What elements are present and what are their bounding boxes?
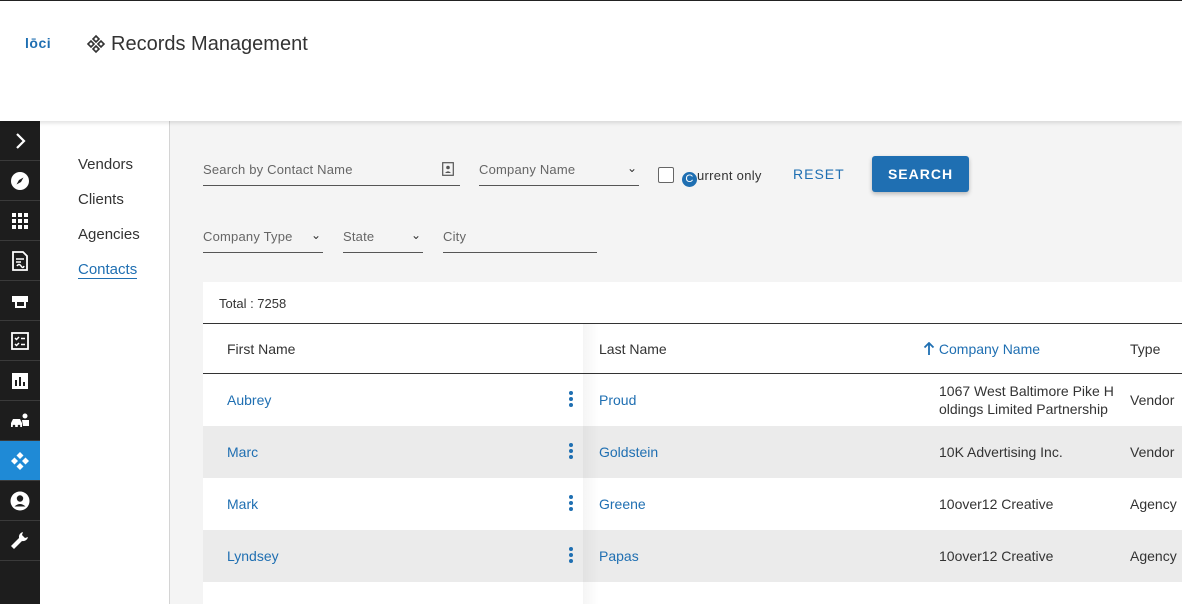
records-icon — [86, 34, 106, 54]
search-button[interactable]: SEARCH — [872, 156, 969, 192]
bar-chart-icon — [12, 372, 28, 389]
more-options-icon[interactable] — [567, 390, 575, 410]
last-name-cell[interactable]: Proud — [599, 392, 636, 408]
records-icon — [11, 451, 29, 470]
header-type[interactable]: Type — [1130, 341, 1160, 357]
rail-contracts[interactable] — [0, 241, 40, 281]
contact-search-placeholder: Search by Contact Name — [203, 162, 353, 177]
company-line-2: oldings Limited Partnership — [939, 401, 1108, 417]
rail-explore[interactable] — [0, 161, 40, 201]
more-options-icon[interactable] — [567, 442, 575, 462]
chevron-down-icon: ⌄ — [310, 228, 321, 242]
current-only-checkbox[interactable] — [658, 167, 674, 183]
compass-icon — [11, 171, 29, 190]
contact-card-icon — [442, 162, 454, 176]
company-line-1: 1067 West Baltimore Pike H — [939, 383, 1114, 399]
wrench-icon — [11, 531, 28, 549]
main-content: Search by Contact Name Company Name ⌄ Cu… — [170, 121, 1182, 604]
grid-icon — [12, 212, 28, 229]
column-divider-shadow — [583, 323, 599, 604]
rail-records[interactable] — [0, 441, 40, 481]
rail-apps[interactable] — [0, 201, 40, 241]
last-name-cell[interactable]: Greene — [599, 496, 646, 512]
checklist-icon — [11, 331, 29, 350]
first-name-cell[interactable]: Marc — [227, 444, 258, 460]
state-label: State — [343, 229, 375, 244]
type-cell: Agency — [1130, 496, 1177, 512]
rail-transport[interactable] — [0, 401, 40, 441]
type-cell: Agency — [1130, 548, 1177, 564]
subnav-vendors[interactable]: Vendors — [78, 156, 133, 173]
records-subnav: Vendors Clients Agencies Contacts — [40, 121, 170, 604]
printer-icon — [12, 295, 28, 308]
first-name-cell[interactable]: Mark — [227, 496, 258, 512]
chevron-down-icon: ⌄ — [626, 161, 637, 175]
table-row[interactable]: Lyndsey Papas 10over12 Creative Agency — [203, 530, 1182, 582]
company-type-select[interactable]: Company Type ⌄ — [203, 221, 323, 253]
page-title: Records Management — [111, 33, 308, 55]
rail-tools[interactable] — [0, 521, 40, 561]
app-logo[interactable]: lōci — [25, 35, 51, 51]
reset-button[interactable]: RESET — [793, 166, 845, 182]
subnav-agencies[interactable]: Agencies — [78, 226, 140, 243]
table-row[interactable]: Mark Greene 10over12 Creative Agency — [203, 478, 1182, 530]
rail-account[interactable] — [0, 481, 40, 521]
subnav-contacts[interactable]: Contacts — [78, 261, 138, 279]
rail-printer[interactable] — [0, 281, 40, 321]
icon-rail — [0, 121, 40, 604]
cursor-highlight: C — [682, 172, 697, 187]
company-name-cell: 10K Advertising Inc. — [939, 444, 1063, 460]
rail-tasks[interactable] — [0, 321, 40, 361]
company-name-label: Company Name — [479, 162, 576, 177]
header-company-name-label: Company Name — [938, 341, 1041, 357]
header-company-name[interactable]: Company Name — [923, 341, 1040, 357]
rail-expand[interactable] — [0, 121, 40, 161]
sort-ascending-icon — [923, 341, 935, 355]
last-name-cell[interactable]: Goldstein — [599, 444, 658, 460]
subnav-clients[interactable]: Clients — [78, 191, 124, 208]
table-row[interactable]: Marc Goldstein 10K Advertising Inc. Vend… — [203, 426, 1182, 478]
last-name-cell[interactable]: Papas — [599, 548, 639, 564]
company-name-select[interactable]: Company Name ⌄ — [479, 154, 639, 186]
more-options-icon[interactable] — [567, 494, 575, 514]
chevron-right-icon — [16, 132, 26, 149]
header-last-name[interactable]: Last Name — [599, 341, 667, 357]
chevron-down-icon: ⌄ — [410, 228, 421, 242]
top-bar: lōci Records Management — [0, 0, 1182, 121]
more-options-icon[interactable] — [567, 546, 575, 566]
current-only-label: Current only — [682, 168, 762, 187]
type-cell: Vendor — [1130, 392, 1175, 408]
company-name-cell: 10over12 Creative — [939, 496, 1054, 512]
total-count: Total : 7258 — [219, 296, 287, 311]
header-first-name[interactable]: First Name — [227, 341, 295, 357]
contact-search-input[interactable]: Search by Contact Name — [203, 154, 460, 186]
rail-reports[interactable] — [0, 361, 40, 401]
first-name-cell[interactable]: Aubrey — [227, 392, 271, 408]
first-name-cell[interactable]: Lyndsey — [227, 548, 279, 564]
company-type-label: Company Type — [203, 229, 293, 244]
user-icon — [10, 491, 30, 510]
company-name-cell: 1067 West Baltimore Pike H oldings Limit… — [939, 382, 1119, 418]
city-placeholder: City — [443, 229, 467, 244]
table-row[interactable]: Aubrey Proud 1067 West Baltimore Pike H … — [203, 374, 1182, 426]
city-input[interactable]: City — [443, 221, 597, 253]
vehicles-icon — [11, 413, 29, 427]
document-icon — [12, 250, 28, 271]
type-cell: Vendor — [1130, 444, 1175, 460]
company-name-cell: 10over12 Creative — [939, 548, 1054, 564]
contacts-table: Total : 7258 First Name Last Name Compan… — [203, 282, 1182, 604]
current-only-text: urrent only — [697, 168, 762, 183]
state-select[interactable]: State ⌄ — [343, 221, 423, 253]
table-header: First Name Last Name Company Name Type — [203, 323, 1182, 374]
